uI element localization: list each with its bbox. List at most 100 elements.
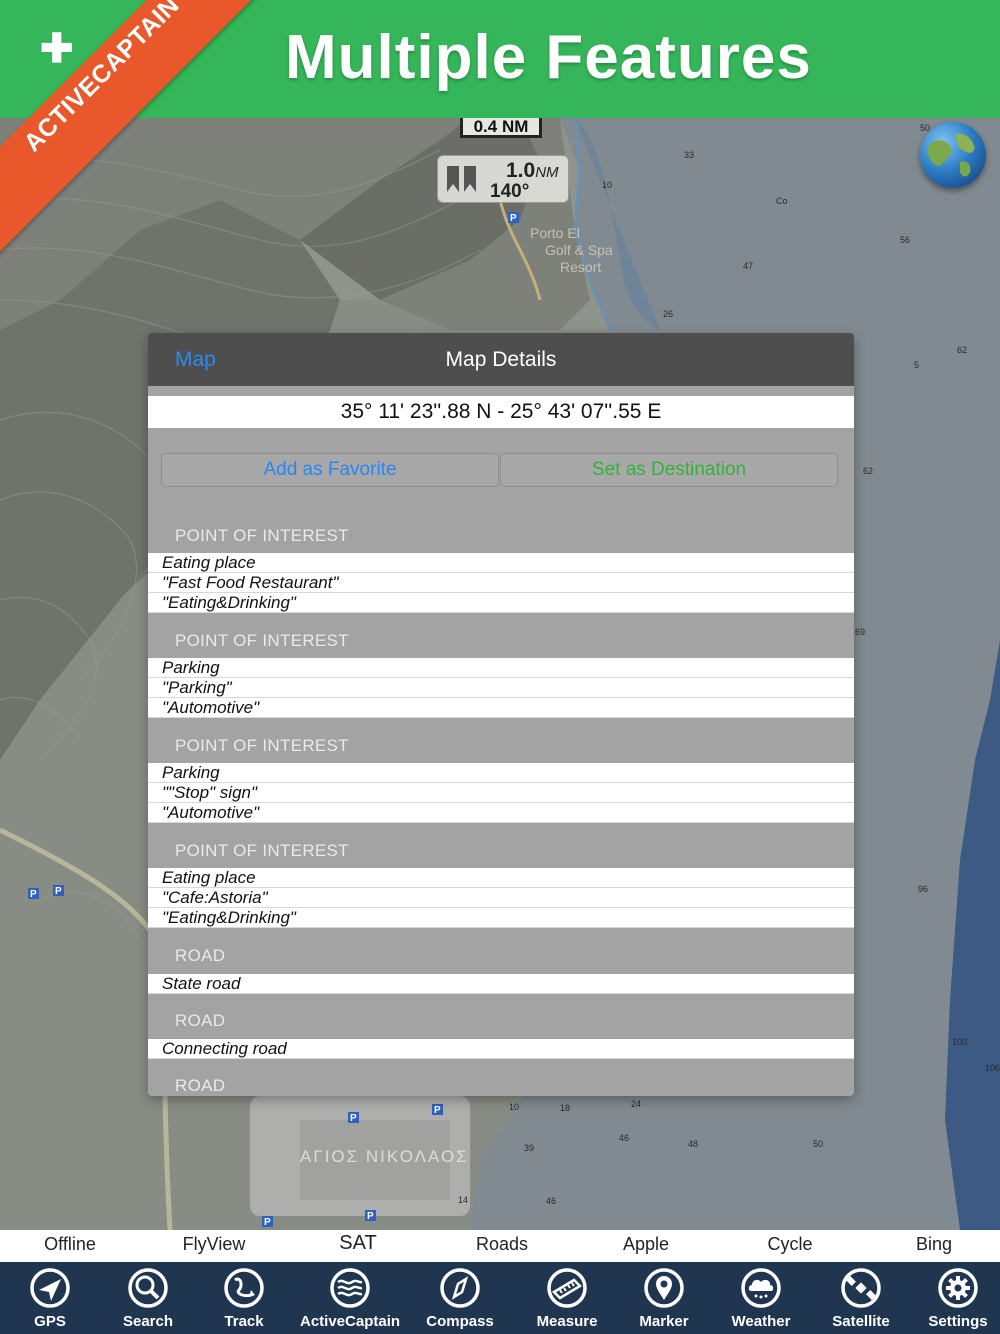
svg-text:24: 24 (631, 1099, 641, 1109)
list-item[interactable]: Parking (148, 658, 854, 678)
list-item[interactable]: Eating place (148, 553, 854, 573)
marker-label: Marker (639, 1313, 689, 1330)
svg-text:5: 5 (914, 360, 919, 370)
satellite-button[interactable]: Satellite (811, 1262, 911, 1334)
svg-text:46: 46 (546, 1196, 556, 1206)
satellite-icon (841, 1268, 881, 1308)
tab-cycle[interactable]: Cycle (718, 1234, 862, 1255)
list-item[interactable]: "Eating&Drinking" (148, 593, 854, 613)
satellite-label: Satellite (832, 1313, 890, 1330)
tab-flyview[interactable]: FlyView (142, 1234, 286, 1255)
cloud-icon (741, 1268, 781, 1308)
place-label: Porto El (530, 225, 580, 241)
activecaptain-label: ActiveCaptain (300, 1313, 401, 1330)
coordinates-readout: 35° 11' 23''.88 N - 25° 43' 07''.55 E (148, 396, 854, 428)
set-destination-button[interactable]: Set as Destination (500, 453, 838, 487)
banner-title: Multiple Features (285, 23, 812, 92)
gps-arrow-icon (30, 1268, 70, 1308)
map-source-tabs: Offline FlyView SAT Roads Apple Cycle Bi… (0, 1230, 1000, 1262)
list-item[interactable]: "Automotive" (148, 698, 854, 718)
map-scale: 0.4 NM (460, 118, 542, 138)
waves-icon (330, 1268, 370, 1308)
settings-button[interactable]: Settings (908, 1262, 1000, 1334)
tab-roads[interactable]: Roads (430, 1234, 574, 1255)
svg-text:P: P (434, 1105, 441, 1116)
svg-text:62: 62 (863, 466, 873, 476)
svg-text:39: 39 (524, 1143, 534, 1153)
svg-text:P: P (367, 1211, 374, 1222)
globe-icon[interactable] (920, 122, 986, 188)
track-label: Track (224, 1313, 264, 1330)
section-header: POINT OF INTEREST (175, 841, 349, 860)
tab-bing[interactable]: Bing (862, 1234, 1000, 1255)
svg-text:18: 18 (560, 1103, 570, 1113)
list-item[interactable]: State road (148, 974, 854, 994)
svg-text:47: 47 (743, 261, 753, 271)
compass-icon (440, 1268, 480, 1308)
weather-button[interactable]: Weather (711, 1262, 811, 1334)
settings-label: Settings (928, 1313, 988, 1330)
svg-text:50: 50 (813, 1139, 823, 1149)
svg-text:100: 100 (952, 1037, 967, 1047)
list-item[interactable]: "Eating&Drinking" (148, 908, 854, 928)
promo-banner: Multiple Features (0, 0, 1000, 118)
svg-text:26: 26 (663, 309, 673, 319)
tab-sat[interactable]: SAT (286, 1232, 430, 1255)
svg-text:P: P (350, 1113, 357, 1124)
svg-text:62: 62 (957, 345, 967, 355)
ruler-icon (547, 1268, 587, 1308)
svg-text:P: P (264, 1217, 271, 1228)
svg-text:10: 10 (509, 1102, 519, 1112)
gps-label: GPS (34, 1313, 66, 1330)
list-item[interactable]: "Cafe:Astoria" (148, 888, 854, 908)
search-button[interactable]: Search (98, 1262, 198, 1334)
add-favorite-button[interactable]: Add as Favorite (161, 453, 499, 487)
tab-offline[interactable]: Offline (0, 1234, 142, 1255)
list-item[interactable]: "Fast Food Restaurant" (148, 573, 854, 593)
track-icon (224, 1268, 264, 1308)
pin-icon (644, 1268, 684, 1308)
track-button[interactable]: Track (194, 1262, 294, 1334)
compass-label: Compass (426, 1313, 494, 1330)
svg-text:33: 33 (684, 150, 694, 160)
compass-button[interactable]: Compass (410, 1262, 510, 1334)
svg-text:14: 14 (458, 1195, 468, 1205)
svg-text:P: P (510, 213, 517, 224)
search-label: Search (122, 1313, 174, 1330)
place-label: Resort (560, 259, 601, 275)
svg-text:46: 46 (619, 1133, 629, 1143)
list-item[interactable]: "Automotive" (148, 803, 854, 823)
town-label: ΑΓΙΟΣ ΝΙΚΟΛΑΟΣ (300, 1147, 469, 1166)
svg-text:106: 106 (985, 1063, 1000, 1073)
section-header: POINT OF INTEREST (175, 526, 349, 545)
svg-text:P: P (30, 889, 37, 900)
gps-button[interactable]: GPS (0, 1262, 100, 1334)
svg-text:P: P (55, 886, 62, 897)
map-details-panel: Map Map Details 35° 11' 23''.88 N - 25° … (148, 333, 854, 1096)
distance-bearing-widget[interactable]: 1.0NM 140° (437, 155, 569, 203)
section-header: POINT OF INTEREST (175, 736, 349, 755)
marker-button[interactable]: Marker (614, 1262, 714, 1334)
gear-icon (938, 1268, 978, 1308)
bottom-toolbar: GPS Search Track ActiveCaptain Compass M… (0, 1262, 1000, 1334)
svg-text:Co: Co (776, 196, 788, 206)
list-item[interactable]: Parking (148, 763, 854, 783)
list-item[interactable]: ""Stop" sign" (148, 783, 854, 803)
list-item[interactable]: Eating place (148, 868, 854, 888)
distance-readout: 1.0NM (506, 159, 559, 182)
svg-text:56: 56 (900, 235, 910, 245)
bearing-readout: 140° (490, 181, 530, 202)
measure-label: Measure (536, 1313, 598, 1330)
dual-arrow-icon (447, 166, 476, 192)
list-item[interactable]: Connecting road (148, 1039, 854, 1059)
list-item[interactable]: "Parking" (148, 678, 854, 698)
place-label: Golf & Spa (545, 242, 613, 258)
panel-navbar: Map Map Details (148, 333, 854, 386)
weather-label: Weather (731, 1313, 791, 1330)
panel-title: Map Details (445, 348, 557, 371)
activecaptain-button[interactable]: ActiveCaptain (300, 1262, 400, 1334)
section-header: ROAD (175, 1076, 226, 1095)
tab-apple[interactable]: Apple (574, 1234, 718, 1255)
measure-button[interactable]: Measure (517, 1262, 617, 1334)
svg-text:48: 48 (688, 1139, 698, 1149)
